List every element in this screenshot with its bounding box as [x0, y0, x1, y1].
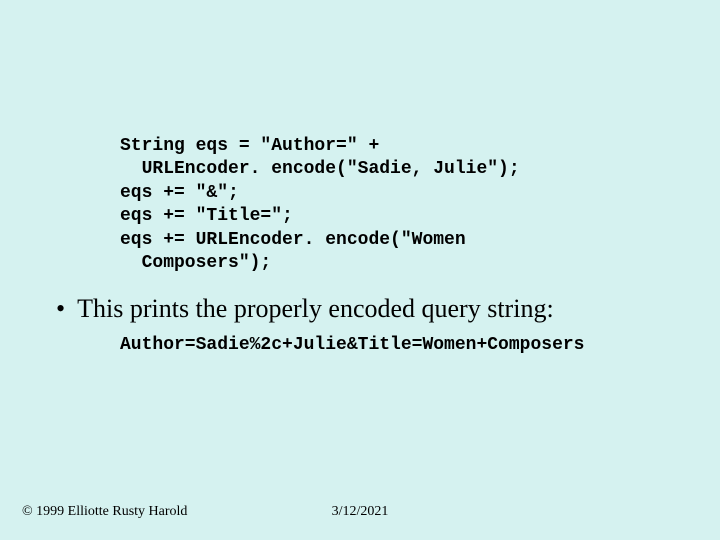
slide-content: String eqs = "Author=" + URLEncoder. enc… [0, 0, 720, 357]
code-block: String eqs = "Author=" + URLEncoder. enc… [120, 135, 672, 275]
bullet-item: • This prints the properly encoded query… [48, 293, 672, 326]
output-block: Author=Sadie%2c+Julie&Title=Women+Compos… [120, 334, 672, 357]
bullet-text: This prints the properly encoded query s… [77, 293, 554, 326]
footer-copyright: © 1999 Elliotte Rusty Harold [22, 504, 187, 520]
bullet-marker: • [56, 293, 65, 326]
footer-date: 3/12/2021 [332, 504, 389, 520]
